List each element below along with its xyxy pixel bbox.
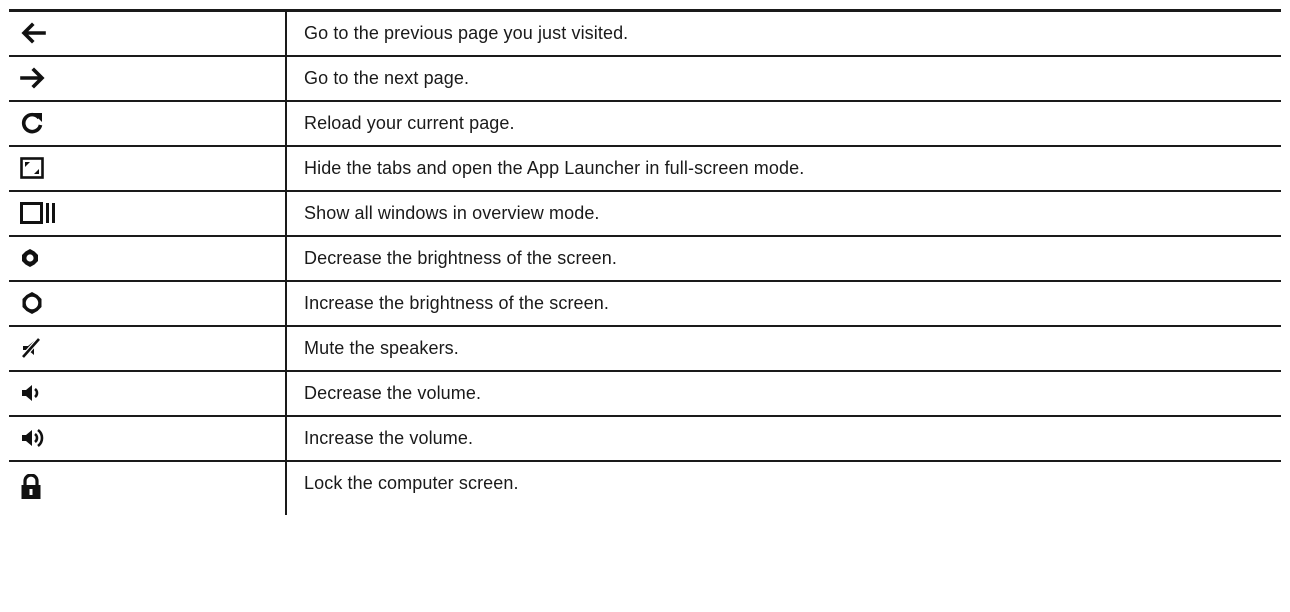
table-row: Go to the next page. bbox=[9, 54, 1281, 101]
icon-cell bbox=[9, 459, 287, 515]
table-row: Lock the computer screen. bbox=[9, 459, 1281, 515]
description: Increase the brightness of the screen. bbox=[286, 279, 1281, 326]
volume-down-icon bbox=[22, 385, 39, 401]
reload-icon bbox=[21, 112, 43, 134]
shortcut-keys-table: Go to the previous page you just visited… bbox=[9, 9, 1281, 515]
icon-cell bbox=[9, 234, 287, 281]
table-row: Decrease the brightness of the screen. bbox=[9, 234, 1281, 281]
table-row: Show all windows in overview mode. bbox=[9, 189, 1281, 236]
table-row: Increase the volume. bbox=[9, 414, 1281, 461]
icon-cell bbox=[9, 324, 287, 371]
lock-icon bbox=[21, 473, 41, 499]
icon-cell bbox=[9, 189, 287, 236]
brightness-down-icon bbox=[22, 249, 38, 267]
description: Show all windows in overview mode. bbox=[286, 189, 1281, 236]
mute-icon bbox=[21, 337, 41, 359]
description: Reload your current page. bbox=[286, 99, 1281, 146]
table-row: Go to the previous page you just visited… bbox=[9, 9, 1281, 56]
icon-cell bbox=[9, 144, 287, 191]
overview-mode-icon bbox=[20, 202, 55, 224]
icon-cell bbox=[9, 54, 287, 101]
table-row: Mute the speakers. bbox=[9, 324, 1281, 371]
volume-up-icon bbox=[22, 428, 44, 448]
description: Decrease the brightness of the screen. bbox=[286, 234, 1281, 281]
description: Hide the tabs and open the App Launcher … bbox=[286, 144, 1281, 191]
icon-cell bbox=[9, 279, 287, 326]
icon-cell bbox=[9, 414, 287, 461]
description: Go to the next page. bbox=[286, 54, 1281, 101]
table-row: Reload your current page. bbox=[9, 99, 1281, 146]
table-row: Decrease the volume. bbox=[9, 369, 1281, 416]
table-row: Increase the brightness of the screen. bbox=[9, 279, 1281, 326]
description: Increase the volume. bbox=[286, 414, 1281, 461]
back-arrow-icon bbox=[21, 22, 46, 44]
brightness-up-icon bbox=[22, 292, 42, 314]
description: Lock the computer screen. bbox=[286, 459, 1281, 515]
description: Go to the previous page you just visited… bbox=[286, 9, 1281, 56]
table-row: Hide the tabs and open the App Launcher … bbox=[9, 144, 1281, 191]
icon-cell bbox=[9, 369, 287, 416]
description: Mute the speakers. bbox=[286, 324, 1281, 371]
full-screen-icon bbox=[20, 157, 44, 179]
forward-arrow-icon bbox=[20, 67, 45, 89]
description: Decrease the volume. bbox=[286, 369, 1281, 416]
icon-cell bbox=[9, 9, 287, 56]
icon-cell bbox=[9, 99, 287, 146]
